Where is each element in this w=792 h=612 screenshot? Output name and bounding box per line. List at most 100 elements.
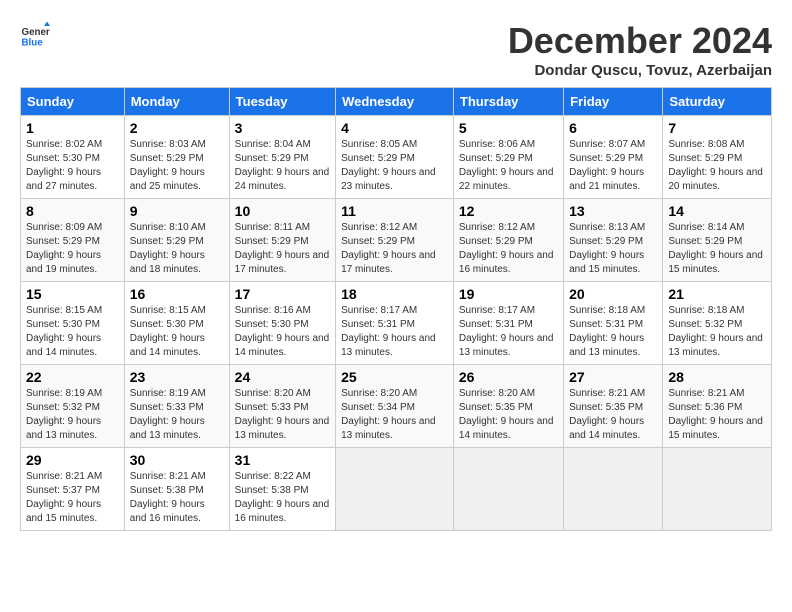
day-number: 12 <box>459 203 558 219</box>
day-info: Sunrise: 8:21 AMSunset: 5:36 PMDaylight:… <box>668 387 766 443</box>
calendar-cell: 31Sunrise: 8:22 AMSunset: 5:38 PMDayligh… <box>229 448 335 531</box>
day-header-saturday: Saturday <box>663 88 772 116</box>
calendar-cell: 18 Sunrise: 8:17 AMSunset: 5:31 PMDayligh… <box>336 282 454 365</box>
calendar-cell: 21 Sunrise: 8:18 AMSunset: 5:32 PMDayligh… <box>663 282 772 365</box>
day-number: 28 <box>668 369 766 385</box>
day-number: 20 <box>569 286 657 302</box>
day-number: 21 <box>668 286 766 302</box>
day-number: 8 <box>26 203 119 219</box>
day-info: Sunrise: 8:04 AMSunset: 5:29 PMDaylight:… <box>235 138 330 194</box>
day-number: 17 <box>235 286 330 302</box>
day-number: 10 <box>235 203 330 219</box>
calendar-cell: 2Sunrise: 8:03 AMSunset: 5:29 PMDaylight… <box>124 116 229 199</box>
day-number: 4 <box>341 120 448 136</box>
day-number: 22 <box>26 369 119 385</box>
calendar-cell: 14 Sunrise: 8:14 AMSunset: 5:29 PMDayligh… <box>663 199 772 282</box>
calendar-cell: 4 Sunrise: 8:05 AMSunset: 5:29 PMDaylight… <box>336 116 454 199</box>
day-header-wednesday: Wednesday <box>336 88 454 116</box>
day-number: 18 <box>341 286 448 302</box>
calendar-cell: 29 Sunrise: 8:21 AMSunset: 5:37 PMDayligh… <box>21 448 125 531</box>
calendar-cell: 26 Sunrise: 8:20 AMSunset: 5:35 PMDayligh… <box>453 365 563 448</box>
calendar-cell: 30Sunrise: 8:21 AMSunset: 5:38 PMDayligh… <box>124 448 229 531</box>
day-number: 27 <box>569 369 657 385</box>
calendar-header-row: SundayMondayTuesdayWednesdayThursdayFrid… <box>21 88 772 116</box>
month-title: December 2024 <box>508 20 772 62</box>
day-info: Sunrise: 8:11 AMSunset: 5:29 PMDaylight:… <box>235 221 330 277</box>
day-info: Sunrise: 8:17 AMSunset: 5:31 PMDaylight:… <box>459 304 558 360</box>
day-header-thursday: Thursday <box>453 88 563 116</box>
day-info: Sunrise: 8:21 AMSunset: 5:38 PMDaylight:… <box>130 470 224 526</box>
calendar-cell: 27 Sunrise: 8:21 AMSunset: 5:35 PMDayligh… <box>564 365 663 448</box>
calendar-week-5: 29 Sunrise: 8:21 AMSunset: 5:37 PMDayligh… <box>21 448 772 531</box>
calendar-week-2: 8 Sunrise: 8:09 AMSunset: 5:29 PMDaylight… <box>21 199 772 282</box>
calendar-week-3: 15 Sunrise: 8:15 AMSunset: 5:30 PMDayligh… <box>21 282 772 365</box>
day-header-friday: Friday <box>564 88 663 116</box>
day-header-tuesday: Tuesday <box>229 88 335 116</box>
day-header-sunday: Sunday <box>21 88 125 116</box>
day-info: Sunrise: 8:20 AMSunset: 5:33 PMDaylight:… <box>235 387 330 443</box>
day-info: Sunrise: 8:09 AMSunset: 5:29 PMDaylight:… <box>26 221 119 277</box>
day-number: 11 <box>341 203 448 219</box>
day-number: 19 <box>459 286 558 302</box>
calendar-cell <box>336 448 454 531</box>
calendar-cell: 25 Sunrise: 8:20 AMSunset: 5:34 PMDayligh… <box>336 365 454 448</box>
day-number: 25 <box>341 369 448 385</box>
day-info: Sunrise: 8:02 AMSunset: 5:30 PMDaylight:… <box>26 138 119 194</box>
calendar-cell <box>663 448 772 531</box>
calendar-cell: 8 Sunrise: 8:09 AMSunset: 5:29 PMDaylight… <box>21 199 125 282</box>
day-number: 23 <box>130 369 224 385</box>
day-info: Sunrise: 8:16 AMSunset: 5:30 PMDaylight:… <box>235 304 330 360</box>
calendar-week-1: 1 Sunrise: 8:02 AMSunset: 5:30 PMDaylight… <box>21 116 772 199</box>
day-info: Sunrise: 8:21 AMSunset: 5:37 PMDaylight:… <box>26 470 119 526</box>
calendar-table: SundayMondayTuesdayWednesdayThursdayFrid… <box>20 87 772 531</box>
title-area: December 2024 Dondar Quscu, Tovuz, Azerb… <box>508 20 772 79</box>
day-info: Sunrise: 8:07 AMSunset: 5:29 PMDaylight:… <box>569 138 657 194</box>
day-info: Sunrise: 8:12 AMSunset: 5:29 PMDaylight:… <box>341 221 448 277</box>
day-info: Sunrise: 8:21 AMSunset: 5:35 PMDaylight:… <box>569 387 657 443</box>
day-info: Sunrise: 8:20 AMSunset: 5:34 PMDaylight:… <box>341 387 448 443</box>
day-info: Sunrise: 8:14 AMSunset: 5:29 PMDaylight:… <box>668 221 766 277</box>
calendar-cell <box>453 448 563 531</box>
calendar-cell: 13Sunrise: 8:13 AMSunset: 5:29 PMDayligh… <box>564 199 663 282</box>
day-info: Sunrise: 8:15 AMSunset: 5:30 PMDaylight:… <box>26 304 119 360</box>
day-info: Sunrise: 8:18 AMSunset: 5:32 PMDaylight:… <box>668 304 766 360</box>
logo-icon: General Blue <box>20 20 50 50</box>
calendar-cell: 22 Sunrise: 8:19 AMSunset: 5:32 PMDayligh… <box>21 365 125 448</box>
calendar-cell: 7 Sunrise: 8:08 AMSunset: 5:29 PMDaylight… <box>663 116 772 199</box>
day-info: Sunrise: 8:06 AMSunset: 5:29 PMDaylight:… <box>459 138 558 194</box>
calendar-cell: 16Sunrise: 8:15 AMSunset: 5:30 PMDayligh… <box>124 282 229 365</box>
calendar-cell: 11 Sunrise: 8:12 AMSunset: 5:29 PMDayligh… <box>336 199 454 282</box>
day-number: 7 <box>668 120 766 136</box>
calendar-cell: 23Sunrise: 8:19 AMSunset: 5:33 PMDayligh… <box>124 365 229 448</box>
day-info: Sunrise: 8:10 AMSunset: 5:29 PMDaylight:… <box>130 221 224 277</box>
day-number: 9 <box>130 203 224 219</box>
day-number: 6 <box>569 120 657 136</box>
day-info: Sunrise: 8:08 AMSunset: 5:29 PMDaylight:… <box>668 138 766 194</box>
day-info: Sunrise: 8:19 AMSunset: 5:32 PMDaylight:… <box>26 387 119 443</box>
calendar-cell: 24Sunrise: 8:20 AMSunset: 5:33 PMDayligh… <box>229 365 335 448</box>
day-info: Sunrise: 8:20 AMSunset: 5:35 PMDaylight:… <box>459 387 558 443</box>
calendar-cell: 17 Sunrise: 8:16 AMSunset: 5:30 PMDayligh… <box>229 282 335 365</box>
day-info: Sunrise: 8:05 AMSunset: 5:29 PMDaylight:… <box>341 138 448 194</box>
calendar-body: 1 Sunrise: 8:02 AMSunset: 5:30 PMDaylight… <box>21 116 772 531</box>
day-number: 14 <box>668 203 766 219</box>
calendar-cell: 12 Sunrise: 8:12 AMSunset: 5:29 PMDayligh… <box>453 199 563 282</box>
day-number: 2 <box>130 120 224 136</box>
calendar-cell: 5Sunrise: 8:06 AMSunset: 5:29 PMDaylight… <box>453 116 563 199</box>
calendar-cell: 10 Sunrise: 8:11 AMSunset: 5:29 PMDayligh… <box>229 199 335 282</box>
day-number: 15 <box>26 286 119 302</box>
day-number: 29 <box>26 452 119 468</box>
day-number: 3 <box>235 120 330 136</box>
calendar-cell: 19 Sunrise: 8:17 AMSunset: 5:31 PMDayligh… <box>453 282 563 365</box>
day-number: 16 <box>130 286 224 302</box>
logo: General Blue <box>20 20 50 50</box>
calendar-cell: 20Sunrise: 8:18 AMSunset: 5:31 PMDayligh… <box>564 282 663 365</box>
day-info: Sunrise: 8:12 AMSunset: 5:29 PMDaylight:… <box>459 221 558 277</box>
svg-text:Blue: Blue <box>22 38 44 49</box>
calendar-cell: 1 Sunrise: 8:02 AMSunset: 5:30 PMDaylight… <box>21 116 125 199</box>
day-number: 13 <box>569 203 657 219</box>
calendar-cell: 6 Sunrise: 8:07 AMSunset: 5:29 PMDaylight… <box>564 116 663 199</box>
day-info: Sunrise: 8:17 AMSunset: 5:31 PMDaylight:… <box>341 304 448 360</box>
day-number: 26 <box>459 369 558 385</box>
day-number: 1 <box>26 120 119 136</box>
